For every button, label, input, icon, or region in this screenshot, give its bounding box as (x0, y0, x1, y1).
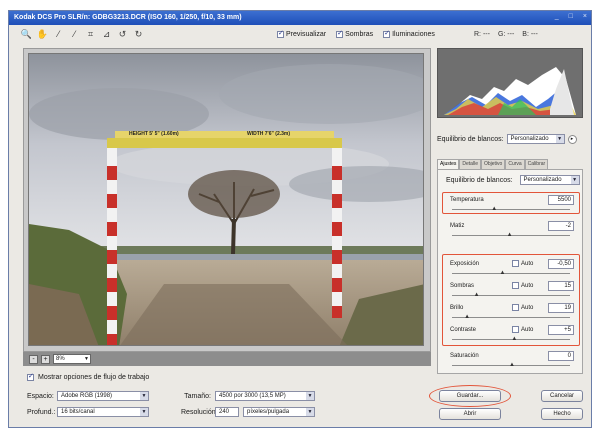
cancel-button[interactable]: Cancelar (541, 390, 583, 402)
saturation-thumb[interactable]: ▲ (509, 362, 515, 368)
g-readout: G: --- (497, 31, 515, 38)
chevron-down-icon: ▼ (570, 176, 579, 184)
shadows-checkbox[interactable]: Sombras (336, 29, 374, 38)
eyedropper-icon[interactable]: ⁄ (53, 28, 64, 40)
menu-arrow-icon[interactable]: ▸ (567, 134, 577, 144)
chevron-down-icon: ▼ (140, 408, 148, 416)
shadows-check-icon (336, 29, 344, 38)
workflow-checkbox[interactable] (27, 372, 34, 381)
zoom-out-button[interactable]: - (29, 354, 38, 364)
tool-group: 🔍 ✋ ⁄ ⁄ ⌗ ⊿ ↺ ↻ (21, 28, 144, 40)
histogram-graph (438, 49, 582, 117)
shadows-label: Sombras (345, 31, 374, 38)
sign-left: HEIGHT 5' 5" (1.60m) (129, 131, 179, 137)
size-select[interactable]: 4500 por 3000 (13,5 MP) ▼ (215, 391, 315, 401)
res-value: 240 (219, 409, 230, 415)
rgb-readout: R: --- G: --- B: --- (474, 31, 538, 38)
space-label: Espacio: (27, 392, 54, 400)
maximize-button[interactable]: □ (569, 13, 573, 20)
tint-label: Matiz (450, 223, 465, 229)
camera-raw-window: Kodak DCS Pro SLR/n: GDBG3213.DCR (ISO 1… (8, 10, 592, 428)
tint-thumb[interactable]: ▲ (507, 232, 513, 238)
workflow-label: Mostrar opciones de flujo de trabajo (38, 374, 150, 381)
preview-photo: HEIGHT 5' 5" (1.60m) WIDTH 7'6" (2.3m) (28, 53, 424, 346)
panel-wb-label: Equilibrio de blancos: (446, 176, 513, 184)
settings-panel: Equilibrio de blancos: Personalizado ▼ Te… (437, 169, 583, 374)
panel-wb-value: Personalizado (523, 177, 562, 183)
tint-value[interactable]: -2 (548, 221, 574, 231)
close-button[interactable]: × (583, 13, 587, 20)
tone-highlight-box (442, 254, 580, 346)
depth-value: 16 bits/canal (61, 409, 95, 415)
depth-select[interactable]: 16 bits/canal ▼ (57, 407, 149, 417)
wb-preset-row: Equilibrio de blancos: Personalizado ▼ ▸ (437, 134, 583, 144)
preview-check-icon (277, 29, 284, 38)
tab-curva[interactable]: Curva (505, 159, 525, 169)
color-sampler-icon[interactable]: ⁄ (69, 28, 80, 40)
histogram (437, 48, 583, 118)
window-title: Kodak DCS Pro SLR/n: GDBG3213.DCR (ISO 1… (14, 14, 242, 21)
done-button[interactable]: Hecho (541, 408, 583, 420)
zoom-level-value: 8% (56, 356, 65, 362)
highlights-check-icon (383, 29, 391, 38)
wb-top-select[interactable]: Personalizado ▼ (506, 134, 565, 144)
wb-top-label: Equilibrio de blancos: (437, 135, 504, 143)
toolbar: 🔍 ✋ ⁄ ⁄ ⌗ ⊿ ↺ ↻ Previsualizar Sombras Il… (9, 25, 591, 45)
space-select[interactable]: Adobe RGB (1998) ▼ (57, 391, 149, 401)
hand-icon[interactable]: ✋ (37, 28, 48, 40)
chevron-down-icon: ▼ (140, 392, 148, 400)
chevron-down-icon: ▼ (555, 135, 564, 143)
crop-icon[interactable]: ⌗ (85, 28, 96, 40)
tab-calibrar[interactable]: Calibrar (524, 159, 549, 169)
chevron-down-icon: ▼ (84, 356, 89, 362)
panel-wb-select[interactable]: Personalizado ▼ (519, 175, 580, 185)
zoom-icon[interactable]: 🔍 (21, 28, 32, 40)
highlights-label: Iluminaciones (392, 31, 435, 38)
save-button[interactable]: Guardar... (439, 390, 501, 402)
res-unit-value: píxeles/pulgada (247, 409, 290, 415)
open-button[interactable]: Abrir (439, 408, 501, 420)
b-readout: B: --- (522, 31, 538, 38)
wb-top-value: Personalizado (510, 136, 549, 142)
rotate-left-icon[interactable]: ↺ (117, 28, 128, 40)
photo-scene (29, 54, 423, 345)
zoom-controls: - + 8% ▼ (29, 354, 91, 364)
space-value: Adobe RGB (1998) (61, 393, 113, 399)
r-readout: R: --- (474, 31, 490, 38)
rotate-right-icon[interactable]: ↻ (133, 28, 144, 40)
tint-row: Matiz -2 ▲ (446, 220, 578, 242)
view-options: Previsualizar Sombras Iluminaciones (277, 29, 435, 38)
res-label: Resolución: (181, 408, 218, 416)
image-preview[interactable]: HEIGHT 5' 5" (1.60m) WIDTH 7'6" (2.3m) (23, 48, 431, 352)
depth-label: Profund.: (27, 408, 56, 416)
saturation-row: Saturación 0 ▲ (446, 350, 578, 372)
preview-checkbox[interactable]: Previsualizar (277, 29, 327, 38)
tab-objetivo[interactable]: Objetivo (480, 159, 506, 169)
title-bar: Kodak DCS Pro SLR/n: GDBG3213.DCR (ISO 1… (9, 11, 591, 25)
res-field[interactable]: 240 (215, 407, 239, 417)
sign-right: WIDTH 7'6" (2.3m) (247, 131, 291, 137)
tab-ajustes[interactable]: Ajustes (437, 159, 460, 169)
preview-label: Previsualizar (286, 31, 327, 38)
saturation-label: Saturación (450, 353, 479, 359)
highlights-checkbox[interactable]: Iluminaciones (383, 29, 435, 38)
minimize-button[interactable]: _ (555, 13, 559, 20)
wb-highlight-box (442, 192, 580, 214)
panel-tabs: Ajustes Detalle Objetivo Curva Calibrar (437, 159, 583, 169)
zoom-level-select[interactable]: 8% ▼ (53, 354, 91, 364)
res-unit-select[interactable]: píxeles/pulgada ▼ (243, 407, 315, 417)
preview-statusbar: - + 8% ▼ (23, 352, 431, 366)
size-label: Tamaño: (184, 392, 211, 400)
chevron-down-icon: ▼ (306, 408, 314, 416)
straighten-icon[interactable]: ⊿ (101, 28, 112, 40)
saturation-value[interactable]: 0 (548, 351, 574, 361)
workflow-options: Mostrar opciones de flujo de trabajo Esp… (23, 371, 431, 427)
tab-detalle[interactable]: Detalle (459, 159, 481, 169)
chevron-down-icon: ▼ (306, 392, 314, 400)
size-value: 4500 por 3000 (13,5 MP) (219, 393, 286, 399)
zoom-in-button[interactable]: + (41, 354, 50, 364)
